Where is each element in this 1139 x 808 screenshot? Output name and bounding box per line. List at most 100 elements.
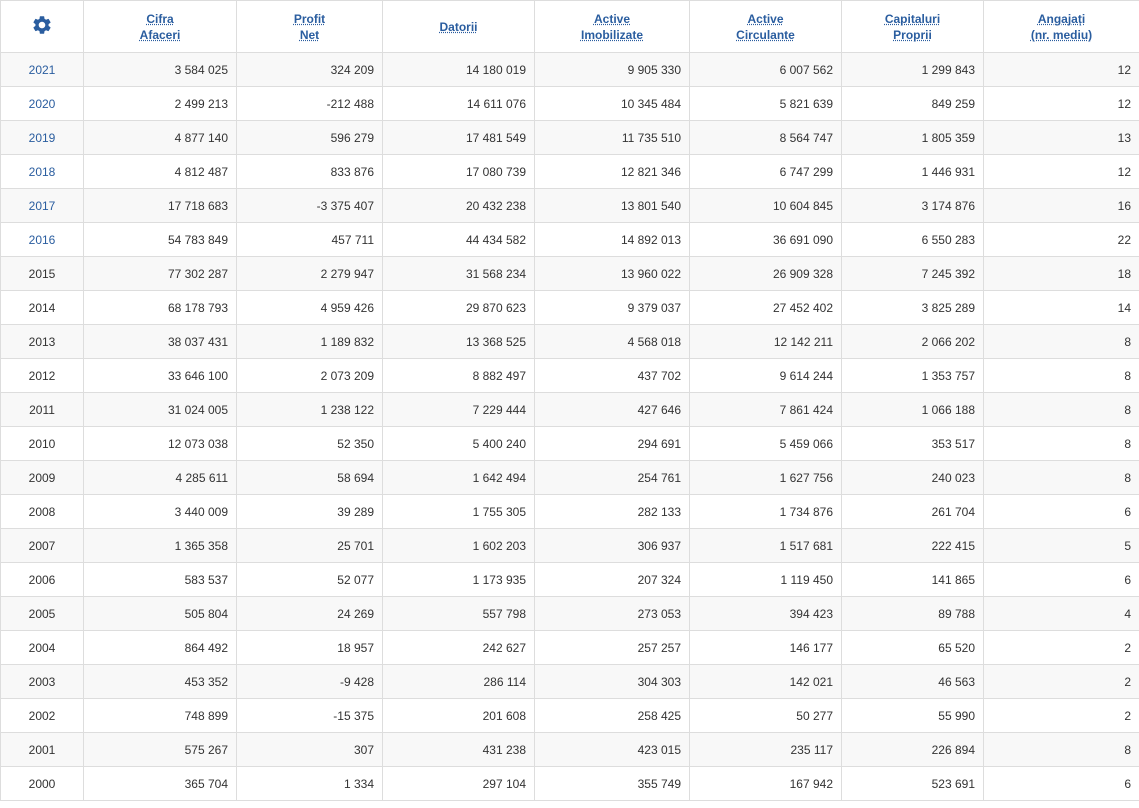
column-header[interactable]: Angajați (nr. mediu) <box>983 0 1139 53</box>
year-label: 2015 <box>28 266 56 281</box>
value-cell: 12 <box>983 52 1139 87</box>
value-cell: 13 801 540 <box>534 188 690 223</box>
value-cell: 257 257 <box>534 630 690 665</box>
column-header[interactable]: Cifra Afaceri <box>83 0 237 53</box>
table-row: 2004 864 492 18 957 242 627 257 257 146 177 65… <box>0 630 1139 665</box>
value-cell: 50 277 <box>689 698 842 733</box>
value-cell: 235 117 <box>689 732 842 767</box>
value-cell: 22 <box>983 222 1139 257</box>
year-cell[interactable]: 2020 <box>0 86 84 121</box>
value-cell: 240 023 <box>841 460 984 495</box>
year-cell: 2003 <box>0 664 84 699</box>
value-cell: 1 066 188 <box>841 392 984 427</box>
value-cell: 2 073 209 <box>236 358 383 393</box>
column-header-label[interactable]: Cifra Afaceri <box>140 12 181 42</box>
column-header[interactable]: Active Imobilizate <box>534 0 690 53</box>
value-cell: 36 691 090 <box>689 222 842 257</box>
value-cell: 12 <box>983 86 1139 121</box>
column-header-label[interactable]: Datorii <box>439 20 477 34</box>
year-link[interactable]: 2017 <box>29 199 56 213</box>
value-cell: 1 805 359 <box>841 120 984 155</box>
value-cell: 3 440 009 <box>83 494 237 529</box>
value-cell: 31 024 005 <box>83 392 237 427</box>
value-cell: 2 279 947 <box>236 256 383 291</box>
value-cell: 7 861 424 <box>689 392 842 427</box>
table-row: 2019 4 877 140 596 279 17 481 549 11 735 510… <box>0 120 1139 155</box>
column-header-label[interactable]: Capitaluri Proprii <box>885 12 940 42</box>
year-link[interactable]: 2019 <box>29 131 56 145</box>
value-cell: 8 <box>983 426 1139 461</box>
value-cell: 833 876 <box>236 154 383 189</box>
year-link[interactable]: 2016 <box>29 233 56 247</box>
table-row: 2014 68 178 793 4 959 426 29 870 623 9 379 0… <box>0 290 1139 325</box>
value-cell: 13 368 525 <box>382 324 535 359</box>
value-cell: 557 798 <box>382 596 535 631</box>
value-cell: 222 415 <box>841 528 984 563</box>
table-row: 2018 4 812 487 833 876 17 080 739 12 821 346… <box>0 154 1139 189</box>
value-cell: 4 <box>983 596 1139 631</box>
value-cell: 2 <box>983 664 1139 699</box>
gear-icon[interactable] <box>31 14 53 36</box>
year-cell[interactable]: 2016 <box>0 222 84 257</box>
year-link[interactable]: 2018 <box>29 165 56 179</box>
value-cell: 10 345 484 <box>534 86 690 121</box>
value-cell: 505 804 <box>83 596 237 631</box>
value-cell: 226 894 <box>841 732 984 767</box>
value-cell: 431 238 <box>382 732 535 767</box>
column-header-label[interactable]: Profit Net <box>294 12 325 42</box>
value-cell: 13 <box>983 120 1139 155</box>
year-cell[interactable]: 2019 <box>0 120 84 155</box>
value-cell: 6 <box>983 562 1139 597</box>
value-cell: 39 289 <box>236 494 383 529</box>
value-cell: 242 627 <box>382 630 535 665</box>
value-cell: 3 825 289 <box>841 290 984 325</box>
value-cell: 355 749 <box>534 766 690 801</box>
value-cell: 12 821 346 <box>534 154 690 189</box>
column-header[interactable]: Datorii <box>382 0 535 53</box>
value-cell: 142 021 <box>689 664 842 699</box>
value-cell: 1 119 450 <box>689 562 842 597</box>
table-row: 2005 505 804 24 269 557 798 273 053 394 423 89… <box>0 596 1139 631</box>
value-cell: 306 937 <box>534 528 690 563</box>
value-cell: 14 <box>983 290 1139 325</box>
year-cell: 2000 <box>0 766 84 801</box>
value-cell: 437 702 <box>534 358 690 393</box>
year-label: 2009 <box>28 470 56 485</box>
year-cell[interactable]: 2021 <box>0 52 84 87</box>
value-cell: 26 909 328 <box>689 256 842 291</box>
value-cell: 324 209 <box>236 52 383 87</box>
year-link[interactable]: 2021 <box>29 63 56 77</box>
value-cell: 46 563 <box>841 664 984 699</box>
year-cell: 2007 <box>0 528 84 563</box>
value-cell: -15 375 <box>236 698 383 733</box>
column-header-label[interactable]: Active Circulante <box>736 12 795 42</box>
value-cell: 10 604 845 <box>689 188 842 223</box>
value-cell: 1 627 756 <box>689 460 842 495</box>
value-cell: 68 178 793 <box>83 290 237 325</box>
table-row: 2009 4 285 611 58 694 1 642 494 254 761 1 627… <box>0 460 1139 495</box>
financial-table: Cifra Afaceri Profit Net Datorii Active … <box>0 0 1139 801</box>
column-header[interactable]: Profit Net <box>236 0 383 53</box>
column-header[interactable]: Capitaluri Proprii <box>841 0 984 53</box>
year-cell: 2011 <box>0 392 84 427</box>
column-header-label[interactable]: Angajați (nr. mediu) <box>1031 12 1092 42</box>
year-cell: 2009 <box>0 460 84 495</box>
year-cell[interactable]: 2018 <box>0 154 84 189</box>
year-link[interactable]: 2020 <box>29 97 56 111</box>
value-cell: 849 259 <box>841 86 984 121</box>
table-row: 2006 583 537 52 077 1 173 935 207 324 1 119 4… <box>0 562 1139 597</box>
value-cell: 44 434 582 <box>382 222 535 257</box>
value-cell: 8 <box>983 732 1139 767</box>
value-cell: 1 642 494 <box>382 460 535 495</box>
table-row: 2012 33 646 100 2 073 209 8 882 497 437 702 9… <box>0 358 1139 393</box>
year-cell[interactable]: 2017 <box>0 188 84 223</box>
value-cell: 27 452 402 <box>689 290 842 325</box>
value-cell: 6 <box>983 494 1139 529</box>
value-cell: 297 104 <box>382 766 535 801</box>
year-cell: 2006 <box>0 562 84 597</box>
value-cell: 8 <box>983 324 1139 359</box>
column-header[interactable]: Active Circulante <box>689 0 842 53</box>
column-header-label[interactable]: Active Imobilizate <box>581 12 643 42</box>
value-cell: 427 646 <box>534 392 690 427</box>
value-cell: 4 877 140 <box>83 120 237 155</box>
